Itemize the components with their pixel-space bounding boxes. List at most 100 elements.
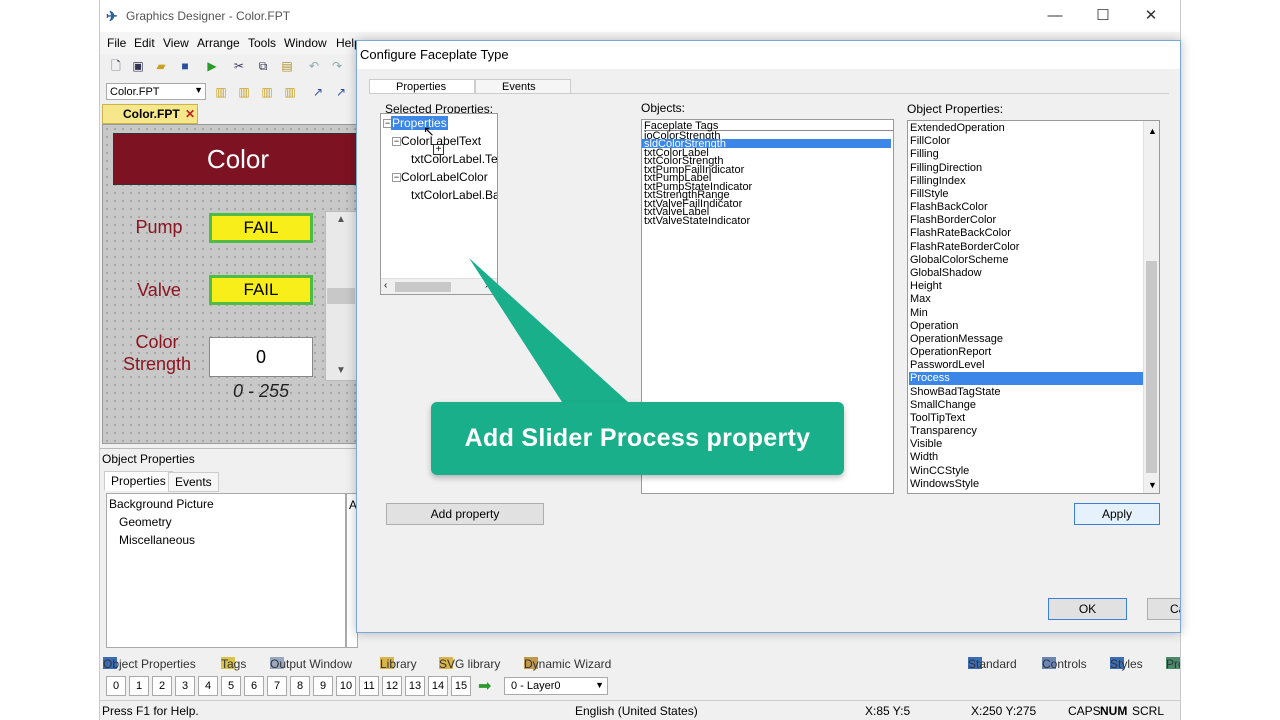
object-property-item[interactable]: GlobalColorScheme xyxy=(909,254,1008,267)
close-icon[interactable]: ✕ xyxy=(1131,4,1171,28)
horizontal-scrollbar[interactable]: ‹ › xyxy=(381,278,497,294)
object-property-item[interactable]: Operation xyxy=(909,320,958,333)
chevron-down-icon[interactable]: ▼ xyxy=(336,365,346,376)
save-icon[interactable]: ■ xyxy=(177,58,193,74)
object-property-item[interactable]: ToolTipText xyxy=(909,412,965,425)
object-property-item[interactable]: GlobalShadow xyxy=(909,267,982,280)
object-property-item[interactable]: FillColor xyxy=(909,135,950,148)
prop-miscellaneous[interactable]: Miscellaneous xyxy=(119,533,195,547)
chevron-left-icon[interactable]: ‹ xyxy=(384,280,387,291)
color-strength-value[interactable]: 0 xyxy=(209,337,313,377)
layer-select[interactable]: 0 - Layer0 ▼ xyxy=(504,677,608,695)
strength-range[interactable]: 0 - 255 xyxy=(209,381,313,402)
open-icon[interactable]: ▰ xyxy=(153,58,169,74)
valve-label[interactable]: Valve xyxy=(123,280,195,301)
tree-root-properties[interactable]: Properties xyxy=(391,116,448,130)
object-property-item[interactable]: WinCCStyle xyxy=(909,465,969,478)
chevron-up-icon[interactable]: ▲ xyxy=(1148,125,1157,138)
add-property-button[interactable]: Add property xyxy=(386,503,544,525)
layer-button[interactable]: 12 xyxy=(382,676,402,696)
collapse-icon[interactable]: − xyxy=(392,137,401,146)
object-property-item[interactable]: Visible xyxy=(909,438,942,451)
document-tab[interactable]: Color.FPT ✕ xyxy=(102,104,198,124)
object-item[interactable]: txtValveStateIndicator xyxy=(644,216,750,227)
wand-icon[interactable]: ↗ xyxy=(333,84,349,100)
object-property-item[interactable]: Min xyxy=(909,307,928,320)
tree-leaf-txtcolorlabel-text[interactable]: txtColorLabel.Text xyxy=(411,152,497,166)
arrow-right-icon[interactable]: ➡ xyxy=(478,676,491,696)
object-property-item[interactable]: SmallChange xyxy=(909,399,976,412)
object-property-item[interactable]: FlashBackColor xyxy=(909,201,988,214)
layer-button[interactable]: 3 xyxy=(175,676,195,696)
run-icon[interactable]: ▶ xyxy=(204,58,220,74)
align-left-icon[interactable]: ▥ xyxy=(213,84,229,100)
object-property-item[interactable]: Max xyxy=(909,293,931,306)
document-combo[interactable]: Color.FPT ▼ xyxy=(106,83,206,100)
dialog-tab-events[interactable]: Events xyxy=(475,79,571,93)
layer-button[interactable]: 13 xyxy=(405,676,425,696)
object-property-item[interactable]: ExtendedOperation xyxy=(909,122,1005,135)
scroll-thumb[interactable] xyxy=(395,282,451,292)
layer-button[interactable]: 9 xyxy=(313,676,333,696)
new-icon[interactable]: 🗋 xyxy=(108,58,124,74)
maximize-icon[interactable]: ☐ xyxy=(1083,4,1123,28)
cut-icon[interactable]: ✂ xyxy=(231,58,247,74)
paste-icon[interactable]: ▤ xyxy=(279,58,295,74)
layer-button[interactable]: 6 xyxy=(244,676,264,696)
object-property-item[interactable]: FillingIndex xyxy=(909,175,966,188)
object-property-item[interactable]: OperationReport xyxy=(909,346,991,359)
valve-fail-indicator[interactable]: FAIL xyxy=(209,275,313,305)
cancel-button[interactable]: Cancel xyxy=(1147,598,1180,620)
pump-fail-indicator[interactable]: FAIL xyxy=(209,213,313,243)
object-properties-list[interactable]: ExtendedOperation FillColor Filling Fill… xyxy=(907,120,1160,494)
object-property-item[interactable]: FlashRateBackColor xyxy=(909,227,1011,240)
prop-background-picture[interactable]: Background Picture xyxy=(109,497,214,511)
layer-button[interactable]: 10 xyxy=(336,676,356,696)
vertical-scrollbar[interactable]: ▲ ▼ xyxy=(1143,121,1159,493)
layer-button[interactable]: 14 xyxy=(428,676,448,696)
menu-tools[interactable]: Tools xyxy=(248,36,276,50)
layer-button[interactable]: 15 xyxy=(451,676,471,696)
object-property-item[interactable]: FillingDirection xyxy=(909,162,982,175)
align-center-icon[interactable]: ▥ xyxy=(236,84,252,100)
tree-leaf-txtcolorlabel-backcolor[interactable]: txtColorLabel.BackColor xyxy=(411,188,497,202)
color-strength-label-line2[interactable]: Strength xyxy=(111,354,203,375)
redo-icon[interactable]: ↷ xyxy=(329,58,345,74)
menu-view[interactable]: View xyxy=(163,36,189,50)
dialog-tab-properties[interactable]: Properties xyxy=(369,79,475,93)
slider-thumb[interactable] xyxy=(327,288,355,304)
new-faceplate-icon[interactable]: ▣ xyxy=(130,58,146,74)
color-strength-slider[interactable]: ▲ ▼ xyxy=(325,211,357,381)
object-property-item[interactable]: Height xyxy=(909,280,942,293)
object-property-item-selected[interactable]: Process xyxy=(909,372,1143,385)
object-property-item[interactable]: ShowBadTagState xyxy=(909,386,1001,399)
menu-edit[interactable]: Edit xyxy=(134,36,155,50)
layer-button[interactable]: 11 xyxy=(359,676,379,696)
menu-arrange[interactable]: Arrange xyxy=(197,36,240,50)
tab-properties[interactable]: Properties xyxy=(104,471,173,491)
apply-button[interactable]: Apply xyxy=(1074,503,1160,525)
object-property-item[interactable]: FlashRateBorderColor xyxy=(909,241,1019,254)
chevron-up-icon[interactable]: ▲ xyxy=(336,214,346,225)
tree-node-color-label-color[interactable]: ColorLabelColor xyxy=(401,170,488,184)
align-top-icon[interactable]: ▥ xyxy=(282,84,298,100)
object-property-item[interactable]: FillStyle xyxy=(909,188,949,201)
layer-button[interactable]: 8 xyxy=(290,676,310,696)
layer-button[interactable]: 0 xyxy=(106,676,126,696)
object-property-item[interactable]: OperationMessage xyxy=(909,333,1003,346)
align-right-icon[interactable]: ▥ xyxy=(259,84,275,100)
tab-events[interactable]: Events xyxy=(168,472,219,492)
object-property-item[interactable]: Filling xyxy=(909,148,939,161)
copy-icon[interactable]: ⧉ xyxy=(255,58,271,74)
close-tab-icon[interactable]: ✕ xyxy=(185,107,195,121)
layer-button[interactable]: 5 xyxy=(221,676,241,696)
object-property-item[interactable]: Transparency xyxy=(909,425,977,438)
scroll-thumb[interactable] xyxy=(1146,261,1157,473)
object-property-item[interactable]: WindowsStyle xyxy=(909,478,979,491)
object-property-item[interactable]: PasswordLevel xyxy=(909,359,985,372)
color-strength-label-line1[interactable]: Color xyxy=(111,332,203,353)
faceplate-canvas[interactable]: Color Pump FAIL Valve FAIL Color Strengt… xyxy=(102,124,363,444)
layer-button[interactable]: 4 xyxy=(198,676,218,696)
prop-geometry[interactable]: Geometry xyxy=(119,515,172,529)
collapse-icon[interactable]: − xyxy=(392,173,401,182)
